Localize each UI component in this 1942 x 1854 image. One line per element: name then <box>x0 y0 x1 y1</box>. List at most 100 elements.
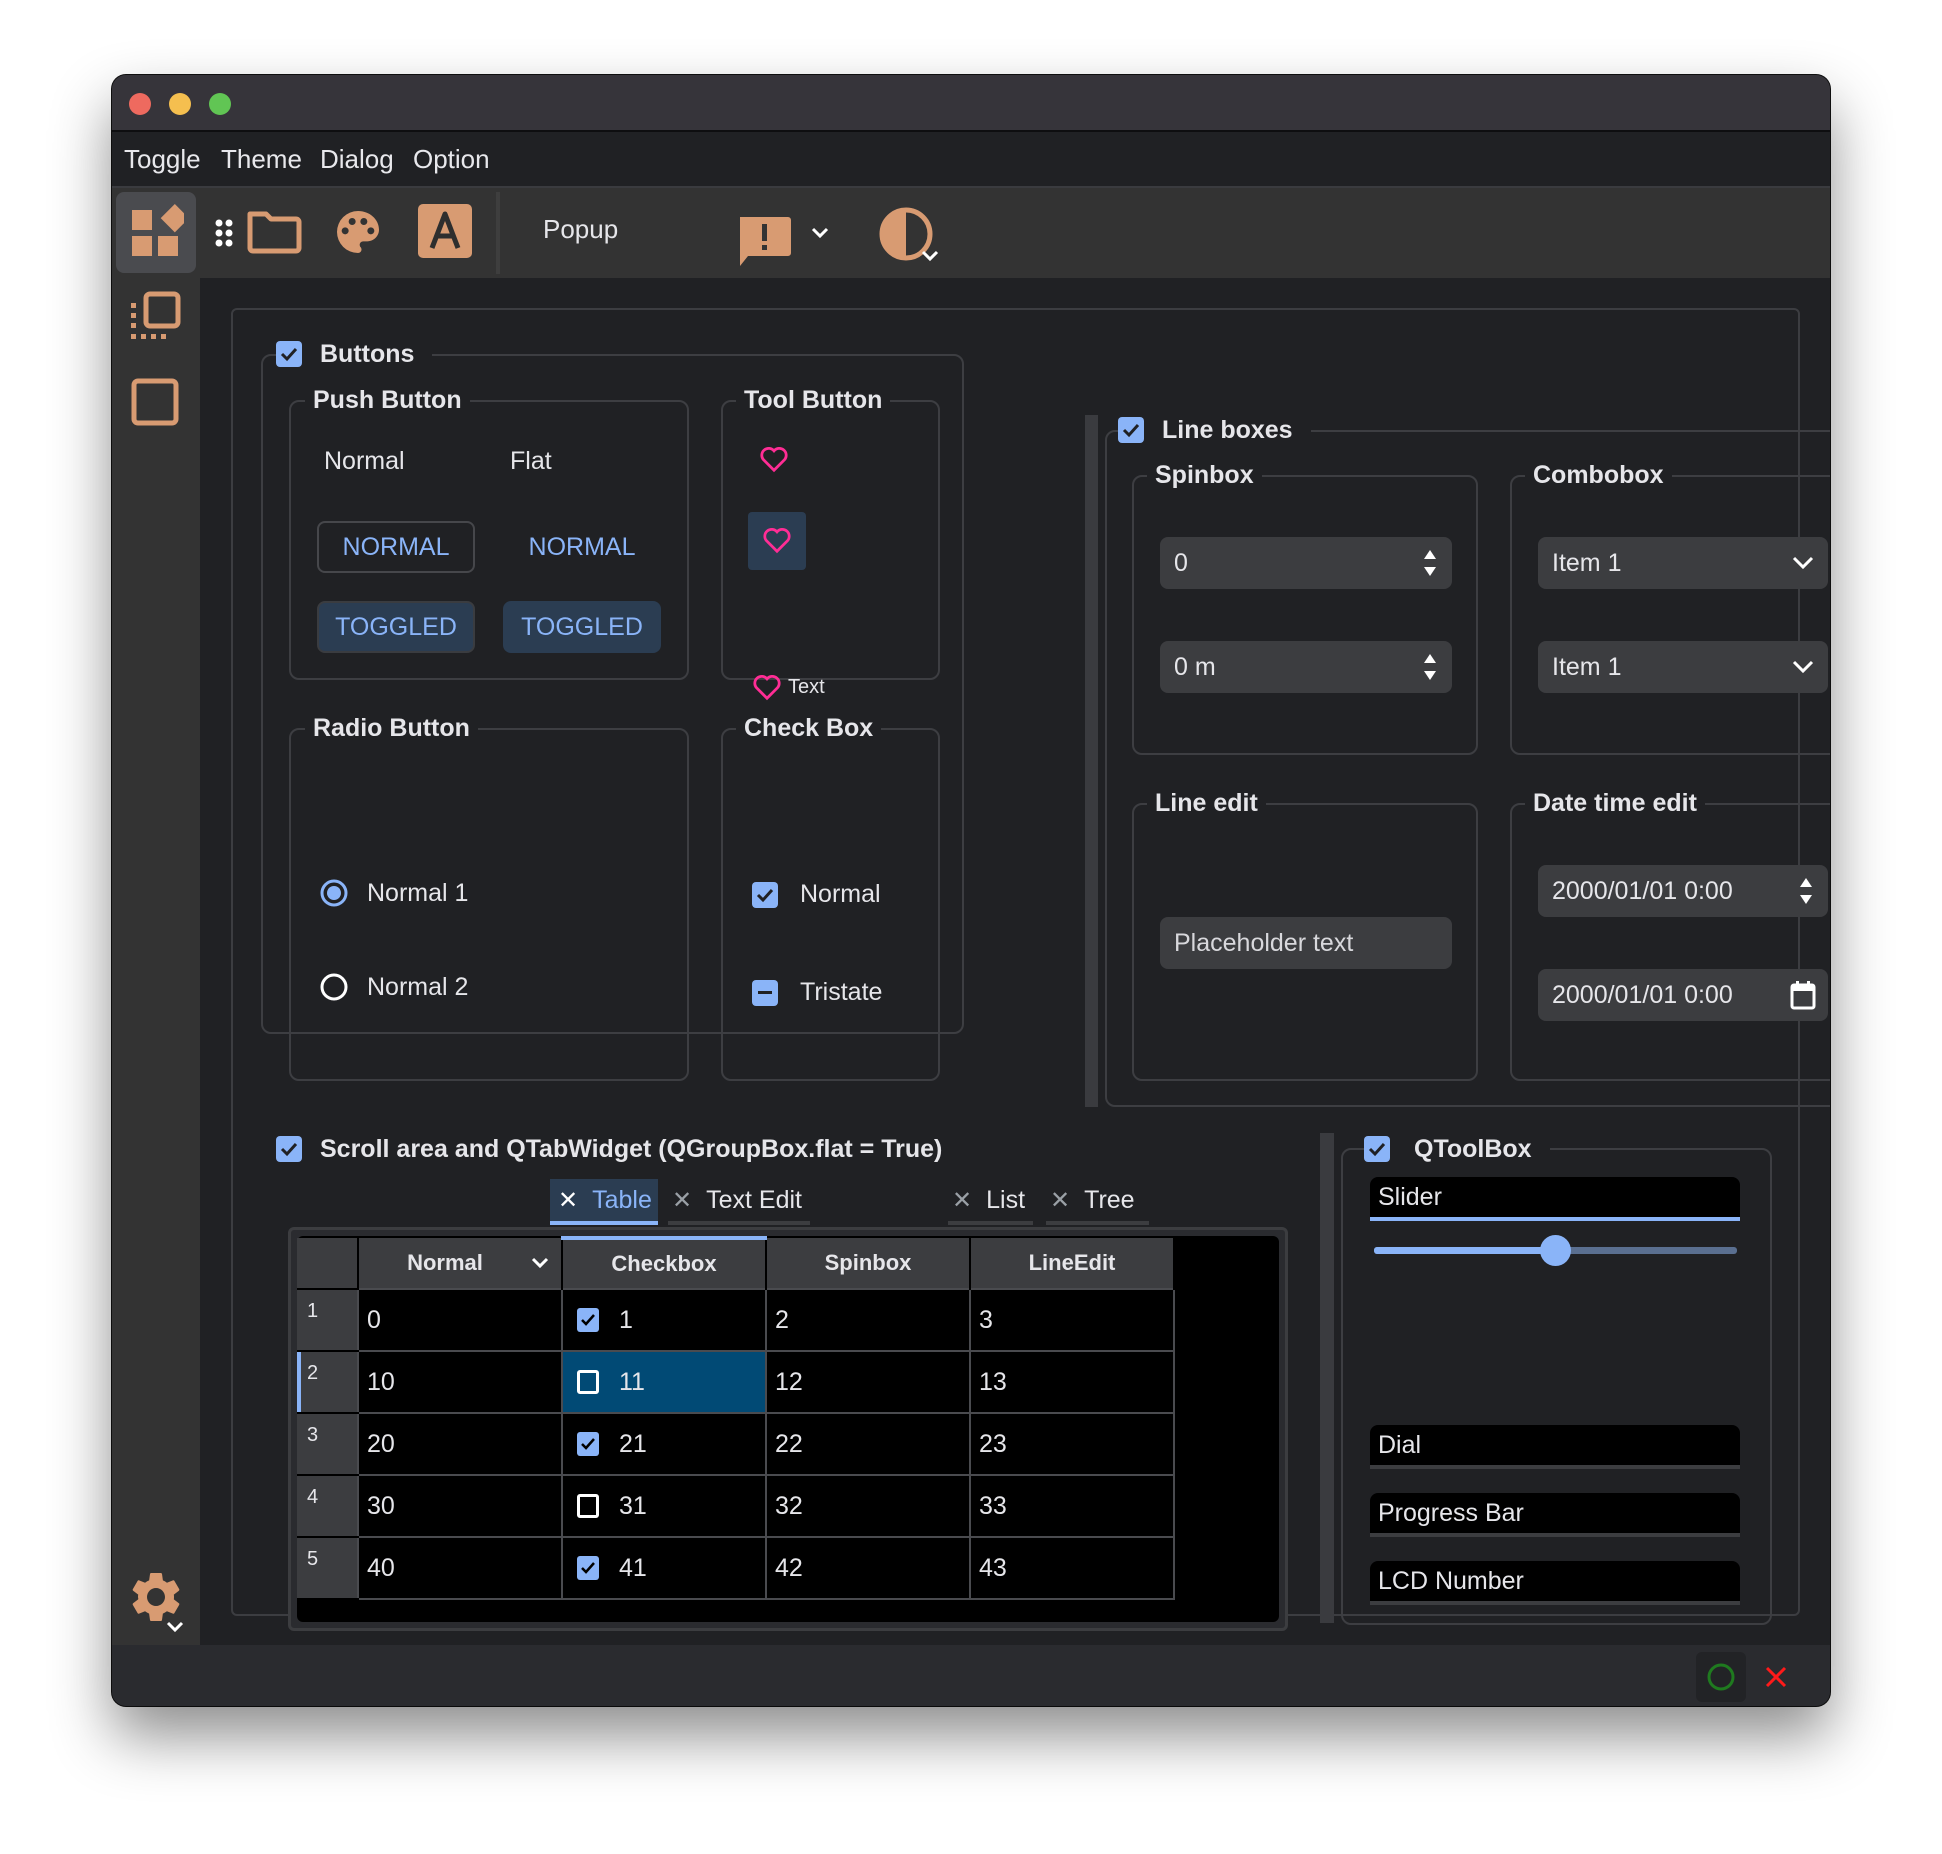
normal-button[interactable]: NORMAL <box>317 521 475 573</box>
tool-button-plain[interactable] <box>752 437 796 481</box>
tab-text-edit[interactable]: ✕ Text Edit <box>668 1179 810 1225</box>
flat-normal-button[interactable]: NORMAL <box>503 521 661 573</box>
table-cell[interactable]: 1 <box>561 1288 767 1352</box>
checkbox-checked-icon[interactable] <box>577 1432 599 1456</box>
feedback-icon[interactable] <box>736 215 792 271</box>
chevron-down-icon[interactable] <box>921 250 939 262</box>
table-cell[interactable]: 2 <box>765 1288 971 1352</box>
spin-arrows-icon[interactable] <box>1798 875 1814 907</box>
toolbox-item-progress-bar[interactable]: Progress Bar <box>1370 1493 1740 1537</box>
table-row[interactable]: 5 40 41 42 43 <box>297 1536 1175 1600</box>
table-cell[interactable]: 43 <box>969 1536 1175 1600</box>
table-cell[interactable]: 20 <box>357 1412 563 1476</box>
line-boxes-group-checkbox[interactable] <box>1118 417 1144 443</box>
palette-icon[interactable] <box>330 204 386 260</box>
spinbox-unit-input[interactable]: 0 m <box>1160 641 1452 693</box>
slider[interactable] <box>1374 1235 1737 1266</box>
menu-option[interactable]: Option <box>413 144 490 175</box>
radio-normal-1[interactable]: Normal 1 <box>319 878 468 908</box>
settings-button[interactable] <box>116 1563 196 1643</box>
table-cell[interactable]: 12 <box>765 1350 971 1414</box>
row-header[interactable]: 4 <box>297 1475 358 1538</box>
menu-dialog[interactable]: Dialog <box>320 144 394 175</box>
column-header-spinbox[interactable]: Spinbox <box>766 1238 971 1289</box>
row-header[interactable]: 5 <box>297 1537 358 1600</box>
radio-normal-2[interactable]: Normal 2 <box>319 972 468 1002</box>
table-cell[interactable]: 3 <box>969 1288 1175 1352</box>
close-window-button[interactable] <box>129 93 151 115</box>
checkbox-checked-icon[interactable] <box>577 1308 599 1332</box>
toolbox-item-lcd-number[interactable]: LCD Number <box>1370 1561 1740 1605</box>
row-header[interactable]: 1 <box>297 1289 358 1352</box>
table-cell[interactable]: 21 <box>561 1412 767 1476</box>
font-button[interactable] <box>418 204 472 258</box>
toolbox-item-dial[interactable]: Dial <box>1370 1425 1740 1469</box>
menu-toggle[interactable]: Toggle <box>124 144 201 175</box>
datetime-calendar-input[interactable]: 2000/01/01 0:00 <box>1538 969 1828 1021</box>
ok-button[interactable] <box>1696 1652 1746 1702</box>
drag-handle-icon[interactable] <box>214 218 234 248</box>
column-header-checkbox[interactable]: Checkbox <box>562 1236 767 1289</box>
table-cell[interactable]: 0 <box>357 1288 563 1352</box>
table-cell[interactable]: 40 <box>357 1536 563 1600</box>
checkbox-checked-icon[interactable] <box>577 1556 599 1580</box>
close-tab-icon[interactable]: ✕ <box>558 1186 578 1215</box>
calendar-icon[interactable] <box>1790 980 1816 1010</box>
table-cell[interactable]: 13 <box>969 1350 1175 1414</box>
flat-toggled-button[interactable]: TOGGLED <box>503 601 661 653</box>
buttons-group-checkbox[interactable] <box>276 341 302 367</box>
table-cell[interactable]: 30 <box>357 1474 563 1538</box>
datetime-spin-input[interactable]: 2000/01/01 0:00 <box>1538 865 1828 917</box>
minimize-window-button[interactable] <box>169 93 191 115</box>
close-x-icon[interactable] <box>1764 1665 1788 1689</box>
scroll-group-checkbox[interactable] <box>276 1136 302 1162</box>
table-cell[interactable]: 22 <box>765 1412 971 1476</box>
tab-list[interactable]: ✕ List <box>948 1179 1034 1225</box>
zoom-window-button[interactable] <box>209 93 231 115</box>
tool-button-toggled[interactable] <box>748 512 806 570</box>
row-header[interactable]: 3 <box>297 1413 358 1476</box>
table-row[interactable]: 4 30 31 32 33 <box>297 1474 1175 1538</box>
table-cell[interactable]: 32 <box>765 1474 971 1538</box>
close-tab-icon[interactable]: ✕ <box>672 1186 692 1215</box>
slider-handle[interactable] <box>1540 1235 1571 1266</box>
spin-arrows-icon[interactable] <box>1422 547 1438 579</box>
table-cell[interactable]: 41 <box>561 1536 767 1600</box>
chevron-down-icon[interactable] <box>811 227 829 239</box>
table-row[interactable]: 2 10 11 12 13 <box>297 1350 1175 1414</box>
checkbox-normal[interactable]: Normal <box>752 880 881 909</box>
sidebar-item-widgets[interactable] <box>116 192 196 273</box>
table-row[interactable]: 10123 <box>297 1288 1175 1352</box>
close-tab-icon[interactable]: ✕ <box>952 1186 972 1215</box>
splitter-handle[interactable] <box>1085 415 1098 1107</box>
sidebar-item-flip[interactable] <box>116 278 196 358</box>
toggled-button[interactable]: TOGGLED <box>317 601 475 653</box>
line-edit-input[interactable]: Placeholder text <box>1160 917 1452 969</box>
table-cell[interactable]: 11 <box>561 1350 767 1414</box>
splitter-handle[interactable] <box>1320 1133 1334 1623</box>
row-header[interactable]: 2 <box>297 1351 358 1414</box>
table-cell[interactable]: 10 <box>357 1350 563 1414</box>
table-row[interactable]: 3 20 21 22 23 <box>297 1412 1175 1476</box>
table-corner[interactable] <box>297 1238 359 1290</box>
checkbox-unchecked-icon[interactable] <box>577 1370 599 1394</box>
column-header-normal[interactable]: Normal <box>358 1238 563 1289</box>
table-cell[interactable]: 31 <box>561 1474 767 1538</box>
spin-arrows-icon[interactable] <box>1422 651 1438 683</box>
table-cell[interactable]: 33 <box>969 1474 1175 1538</box>
sidebar-item-square[interactable] <box>116 363 196 443</box>
combobox-2[interactable]: Item 1 <box>1538 641 1828 693</box>
spinbox-input[interactable]: 0 <box>1160 537 1452 589</box>
popup-button[interactable]: Popup <box>543 214 618 245</box>
column-header-lineedit[interactable]: LineEdit <box>970 1238 1175 1289</box>
tab-table[interactable]: ✕ Table <box>550 1179 658 1225</box>
toolbox-item-slider[interactable]: Slider <box>1370 1177 1740 1221</box>
combobox-1[interactable]: Item 1 <box>1538 537 1828 589</box>
tool-button-text[interactable]: Text <box>752 673 825 701</box>
checkbox-unchecked-icon[interactable] <box>577 1494 599 1518</box>
close-tab-icon[interactable]: ✕ <box>1050 1186 1070 1215</box>
table-cell[interactable]: 42 <box>765 1536 971 1600</box>
menu-theme[interactable]: Theme <box>221 144 302 175</box>
tab-tree[interactable]: ✕ Tree <box>1046 1179 1149 1225</box>
toolbox-group-checkbox[interactable] <box>1364 1136 1390 1162</box>
